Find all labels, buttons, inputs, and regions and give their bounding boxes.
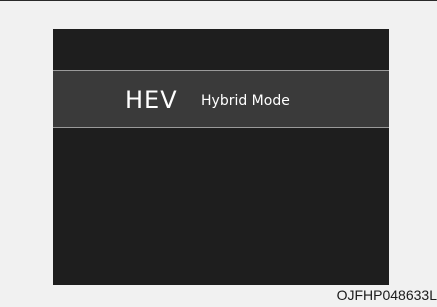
drive-mode-indicator: HEV Hybrid Mode [53, 70, 389, 128]
mode-name: Hybrid Mode [201, 93, 290, 109]
top-rule [0, 0, 437, 1]
mode-abbreviation: HEV [125, 86, 178, 114]
figure-code: OJFHP048633L [336, 287, 437, 303]
cluster-display: HEV Hybrid Mode [53, 29, 389, 285]
